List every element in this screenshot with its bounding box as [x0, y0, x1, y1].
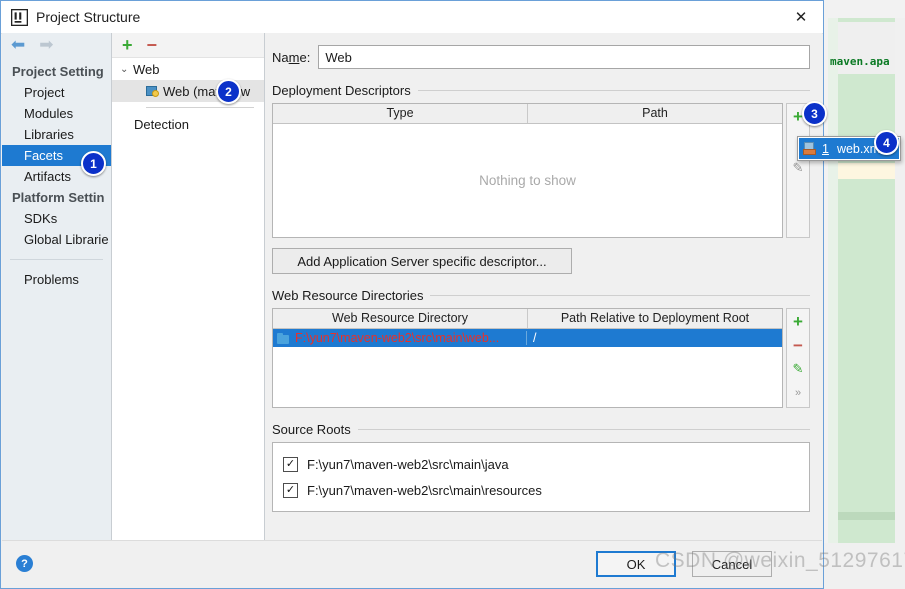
web-resource-side-buttons: + − ✎ »	[786, 308, 810, 408]
source-roots-list: ✓ F:\yun7\maven-web2\src\main\java ✓ F:\…	[272, 442, 810, 512]
arrow-right-icon[interactable]: ➡	[39, 36, 53, 53]
tree-node-detection[interactable]: Detection	[112, 113, 264, 135]
tree-node-web-root[interactable]: ⌄ Web	[112, 58, 264, 80]
list-item[interactable]: ✓ F:\yun7\maven-web2\src\main\resources	[273, 477, 809, 503]
help-button[interactable]: ?	[16, 555, 33, 572]
web-resource-table-body: F:\yun7\maven-web2\src\main\web... /	[273, 329, 782, 407]
close-icon[interactable]: ✕	[779, 1, 823, 32]
source-root-label-java: F:\yun7\maven-web2\src\main\java	[307, 456, 509, 472]
tree-node-detection-label: Detection	[134, 116, 189, 132]
group-divider-line	[417, 90, 810, 91]
ide-editor-area	[828, 18, 905, 543]
project-structure-dialog: Project Structure ✕ ⬅ ➡ Project Setting …	[0, 0, 824, 589]
name-row: Name:	[265, 33, 822, 69]
web-resource-table-header: Web Resource Directory Path Relative to …	[273, 309, 782, 329]
source-roots-label: Source Roots	[272, 422, 351, 437]
column-header-path[interactable]: Path	[527, 104, 782, 123]
source-root-label-resources: F:\yun7\maven-web2\src\main\resources	[307, 482, 542, 498]
arrow-left-icon[interactable]: ⬅	[11, 36, 25, 53]
nav-toolbar: ⬅ ➡	[2, 33, 111, 55]
nav-group-project-settings: Project Setting	[12, 64, 104, 79]
settings-nav-panel: ⬅ ➡ Project Setting Project Modules Libr…	[2, 33, 112, 557]
column-header-web-resource-directory[interactable]: Web Resource Directory	[273, 309, 527, 328]
edit-web-resource-button[interactable]: ✎	[787, 357, 809, 381]
sidebar-item-problems[interactable]: Problems	[2, 269, 111, 290]
chevron-down-icon[interactable]: ⌄	[120, 64, 133, 75]
sidebar-item-sdks[interactable]: SDKs	[2, 208, 111, 229]
add-web-resource-button[interactable]: +	[787, 309, 809, 333]
intellij-idea-icon	[10, 8, 29, 26]
deployment-table-empty-message: Nothing to show	[479, 173, 576, 188]
web-resource-directories-panel: Web Resource Directory Path Relative to …	[272, 308, 810, 408]
minus-icon[interactable]: −	[147, 36, 158, 54]
facet-settings-panel: Name: Deployment Descriptors Type Path N…	[265, 33, 822, 541]
sidebar-item-modules[interactable]: Modules	[2, 103, 111, 124]
column-header-path-relative[interactable]: Path Relative to Deployment Root	[527, 309, 782, 328]
step-badge-1: 1	[81, 151, 106, 176]
menu-item-number: 1	[822, 141, 829, 156]
name-label: Name:	[272, 49, 311, 65]
xml-file-icon	[803, 142, 816, 155]
plus-icon[interactable]: +	[122, 36, 133, 54]
dialog-title: Project Structure	[36, 9, 141, 25]
deployment-table-header: Type Path	[273, 104, 782, 124]
tree-node-root-label: Web	[133, 61, 160, 77]
ide-editor-gutter	[828, 18, 838, 543]
deployment-descriptors-panel: Type Path Nothing to show + ✎	[272, 103, 810, 238]
source-root-checkbox-resources[interactable]: ✓	[283, 482, 298, 498]
facets-tree-toolbar: + −	[112, 33, 264, 58]
cell-path-relative: /	[533, 331, 537, 345]
nav-group-platform-settings: Platform Settin	[12, 190, 105, 205]
web-resource-directories-group-title: Web Resource Directories	[272, 288, 810, 303]
tree-divider	[146, 107, 254, 108]
facets-tree-panel: + − ⌄ Web Web (maven-w Detection	[112, 33, 265, 557]
column-header-type[interactable]: Type	[273, 104, 527, 123]
step-badge-4: 4	[874, 130, 899, 155]
list-item[interactable]: ✓ F:\yun7\maven-web2\src\main\java	[273, 451, 809, 477]
table-row[interactable]: F:\yun7\maven-web2\src\main\web... /	[273, 329, 782, 347]
group-divider-line	[357, 429, 810, 430]
folder-icon	[277, 332, 290, 344]
nav-divider	[10, 259, 103, 260]
ok-button[interactable]: OK	[596, 551, 676, 577]
sidebar-item-project[interactable]: Project	[2, 82, 111, 103]
step-badge-3: 3	[802, 101, 827, 126]
deployment-descriptors-group-title: Deployment Descriptors	[272, 83, 810, 98]
remove-web-resource-button[interactable]: −	[787, 333, 809, 357]
sidebar-item-libraries[interactable]: Libraries	[2, 124, 111, 145]
sidebar-item-global-libraries[interactable]: Global Librarie	[2, 229, 111, 250]
source-roots-group-title: Source Roots	[272, 422, 810, 437]
web-resource-directories-table: Web Resource Directory Path Relative to …	[272, 308, 783, 408]
deployment-descriptors-table: Type Path Nothing to show	[272, 103, 783, 238]
chevrons-right-icon[interactable]: »	[787, 381, 809, 405]
deployment-descriptors-label: Deployment Descriptors	[272, 83, 411, 98]
web-facet-icon	[146, 85, 159, 97]
name-input[interactable]	[318, 45, 810, 69]
cancel-button[interactable]: Cancel	[692, 551, 772, 577]
source-root-checkbox-java[interactable]: ✓	[283, 456, 298, 472]
step-badge-2: 2	[216, 79, 241, 104]
group-divider-line	[430, 295, 810, 296]
add-application-server-descriptor-button[interactable]: Add Application Server specific descript…	[272, 248, 572, 274]
web-resource-directory-value: F:\yun7\maven-web2\src\main\web...	[295, 331, 500, 345]
web-resource-directories-label: Web Resource Directories	[272, 288, 424, 303]
dialog-titlebar: Project Structure ✕	[1, 1, 823, 34]
dialog-footer: ? OK Cancel	[2, 540, 822, 587]
ide-code-text: maven.apa	[830, 55, 890, 68]
tree-node-web-facet[interactable]: Web (maven-w	[112, 80, 264, 102]
ide-right-strip	[895, 18, 905, 543]
cell-web-resource-directory: F:\yun7\maven-web2\src\main\web...	[273, 331, 527, 345]
